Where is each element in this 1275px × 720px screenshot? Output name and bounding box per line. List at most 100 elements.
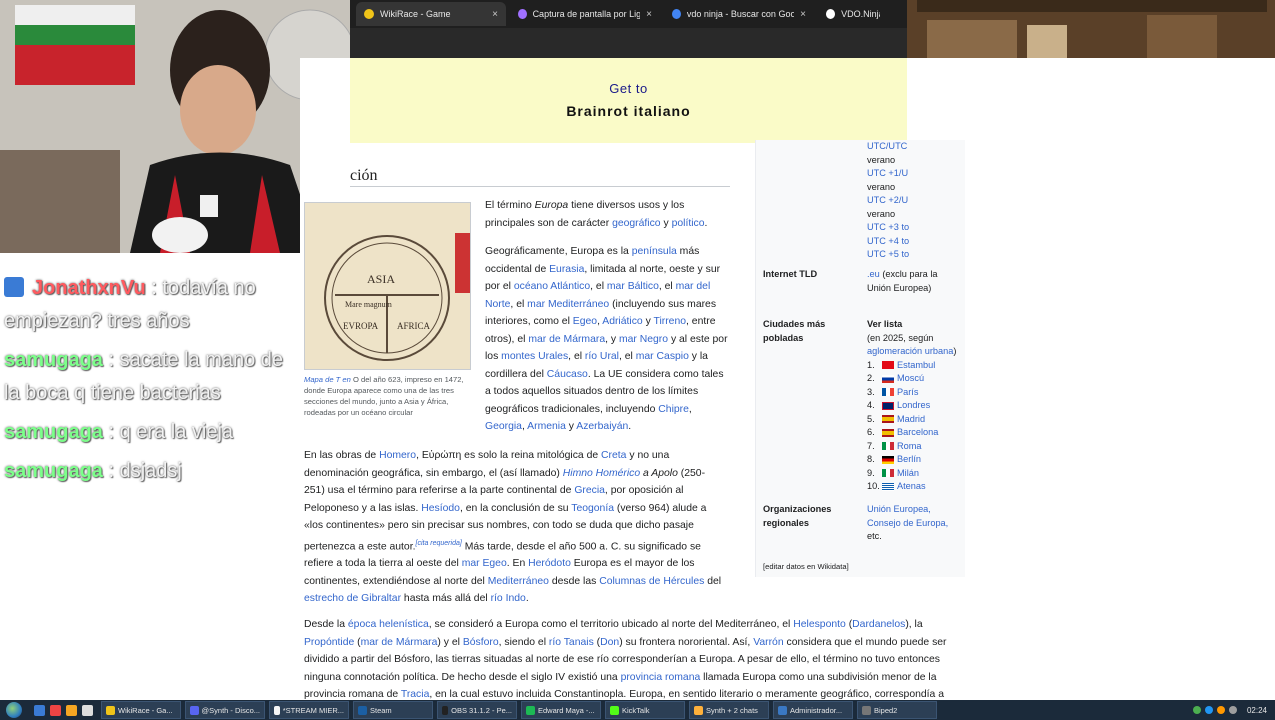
taskbar-task[interactable]: WikiRace - Ga... xyxy=(101,701,181,719)
browser-tab-4[interactable]: VDO.Ninja xyxy=(818,2,888,26)
article-link[interactable]: Columnas de Hércules xyxy=(599,576,704,587)
timezone-entry[interactable]: UTC +1/U xyxy=(867,167,963,181)
edit-wikidata-link[interactable]: [editar datos en Wikidata] xyxy=(763,560,849,574)
taskbar-task[interactable]: *STREAM MIER... xyxy=(269,701,349,719)
browser-tab-2[interactable]: Captura de pantalla por Lightsh × xyxy=(510,2,660,26)
article-link[interactable]: montes Urales xyxy=(501,351,568,362)
article-link[interactable]: época helenística xyxy=(348,619,429,630)
timezone-entry[interactable]: UTC/UTC xyxy=(867,140,963,154)
tray-app-icon[interactable] xyxy=(1216,706,1225,714)
article-link[interactable]: Mediterráneo xyxy=(488,576,549,587)
article-link[interactable]: Dardanelos xyxy=(852,619,905,630)
city-item: 7. Roma xyxy=(867,440,963,454)
city-link[interactable]: Londres xyxy=(897,399,930,413)
article-link[interactable]: río Ural xyxy=(585,351,619,362)
article-link[interactable]: geográfico xyxy=(612,218,661,229)
article-link[interactable]: Chipre xyxy=(658,404,689,415)
media-pin-icon[interactable] xyxy=(82,704,93,716)
cities-note-link[interactable]: aglomeración urbana xyxy=(867,346,953,356)
taskbar-task[interactable]: Biped2 xyxy=(857,701,937,719)
article-link[interactable]: Hesíodo xyxy=(421,503,460,514)
article-link[interactable]: [cita requerida] xyxy=(416,540,462,547)
article-link[interactable]: Egeo xyxy=(573,316,597,327)
city-link[interactable]: Madrid xyxy=(897,413,925,427)
timezone-entry[interactable]: UTC +3 to xyxy=(867,221,963,235)
city-item: 10. Atenas xyxy=(867,480,963,494)
taskbar-task[interactable]: Synth + 2 chats xyxy=(689,701,769,719)
tld-link[interactable]: .eu xyxy=(867,269,880,279)
browser-tab-3[interactable]: vdo ninja - Buscar con Google × xyxy=(664,2,814,26)
article-link[interactable]: Bósforo xyxy=(463,637,499,648)
caption-link[interactable]: Mapa de T en xyxy=(304,375,351,384)
org-link-coe[interactable]: Consejo de Europa, xyxy=(867,517,963,531)
explorer-pin-icon[interactable] xyxy=(34,704,45,716)
article-link[interactable]: Propóntide xyxy=(304,637,354,648)
article-link[interactable]: Cáucaso xyxy=(547,369,588,380)
tray-bluetooth-icon[interactable] xyxy=(1204,706,1213,714)
timezone-entry[interactable]: UTC +2/U xyxy=(867,194,963,208)
article-link[interactable]: Tracia xyxy=(401,689,429,700)
timezone-entry[interactable]: UTC +5 to xyxy=(867,248,963,262)
article-link[interactable]: mar de Mármara xyxy=(528,334,605,345)
taskbar-task[interactable]: OBS 31.1.2 - Pe... xyxy=(437,701,517,719)
article-link[interactable]: Helesponto xyxy=(793,619,846,630)
timezone-entry[interactable]: UTC +4 to xyxy=(867,235,963,249)
city-link[interactable]: Berlín xyxy=(897,453,921,467)
t-o-map-image[interactable]: ASIA Mare magnum EVROPA AFRICA xyxy=(304,202,471,370)
taskbar-task[interactable]: @Synth - Disco... xyxy=(185,701,265,719)
chrome-pin-icon[interactable] xyxy=(50,704,61,716)
article-link[interactable]: Himno Homérico xyxy=(563,468,640,479)
org-link-eu[interactable]: Unión Europea, xyxy=(867,503,963,517)
city-link[interactable]: París xyxy=(897,386,918,400)
article-link[interactable]: Homero xyxy=(379,450,416,461)
article-link[interactable]: río Tanais xyxy=(549,637,594,648)
tab-close-icon[interactable]: × xyxy=(646,9,652,20)
article-link[interactable]: provincia romana xyxy=(621,672,701,683)
city-link[interactable]: Milán xyxy=(897,467,919,481)
chat-username: samugaga xyxy=(4,460,103,482)
city-link[interactable]: Estambul xyxy=(897,359,935,373)
city-link[interactable]: Barcelona xyxy=(897,426,938,440)
article-link[interactable]: Grecia xyxy=(574,485,605,496)
article-link[interactable]: península xyxy=(632,246,677,257)
article-link[interactable]: Eurasia xyxy=(549,264,584,275)
article-link[interactable]: mar de Mármara xyxy=(361,637,438,648)
article-link[interactable]: Don xyxy=(600,637,619,648)
article-link[interactable]: río Indo xyxy=(491,593,526,604)
article-text: , el xyxy=(590,281,607,292)
article-link[interactable]: Georgia xyxy=(485,421,522,432)
browser-tab-1[interactable]: WikiRace - Game × xyxy=(356,2,506,26)
tray-network-icon[interactable] xyxy=(1192,706,1201,714)
tab-close-icon[interactable]: × xyxy=(800,9,806,20)
city-link[interactable]: Roma xyxy=(897,440,922,454)
article-link[interactable]: mar Mediterráneo xyxy=(527,299,609,310)
article-link[interactable]: Heródoto xyxy=(528,558,571,569)
article-link[interactable]: Armenia xyxy=(527,421,566,432)
taskbar-clock[interactable]: 02:24 xyxy=(1247,706,1267,715)
city-link[interactable]: Atenas xyxy=(897,480,926,494)
article-link[interactable]: Adriático xyxy=(602,316,642,327)
tab-close-icon[interactable]: × xyxy=(492,9,498,20)
article-link[interactable]: Tirreno xyxy=(653,316,686,327)
taskbar-task[interactable]: Edward Maya -... xyxy=(521,701,601,719)
article-link[interactable]: Varrón xyxy=(753,637,783,648)
taskbar-task[interactable]: KickTalk xyxy=(605,701,685,719)
tray-volume-icon[interactable] xyxy=(1228,706,1237,714)
article-link[interactable]: Azerbaiyán xyxy=(576,421,628,432)
taskbar-task[interactable]: Steam xyxy=(353,701,433,719)
ver-lista-label[interactable]: Ver lista xyxy=(867,318,963,332)
taskbar-task[interactable]: Administrador... xyxy=(773,701,853,719)
article-link[interactable]: Teogonía xyxy=(571,503,614,514)
article-link[interactable]: mar Báltico xyxy=(607,281,659,292)
start-button[interactable] xyxy=(0,700,28,720)
folder-pin-icon[interactable] xyxy=(66,704,77,716)
article-link[interactable]: Creta xyxy=(601,450,626,461)
article-link[interactable]: estrecho de Gibraltar xyxy=(304,593,401,604)
article-link[interactable]: político xyxy=(672,218,705,229)
task-app-icon xyxy=(610,705,619,715)
article-link[interactable]: mar Caspio xyxy=(636,351,689,362)
city-link[interactable]: Moscú xyxy=(897,372,924,386)
article-link[interactable]: mar Negro xyxy=(619,334,668,345)
article-link[interactable]: mar Egeo xyxy=(462,558,507,569)
article-link[interactable]: océano Atlántico xyxy=(514,281,590,292)
